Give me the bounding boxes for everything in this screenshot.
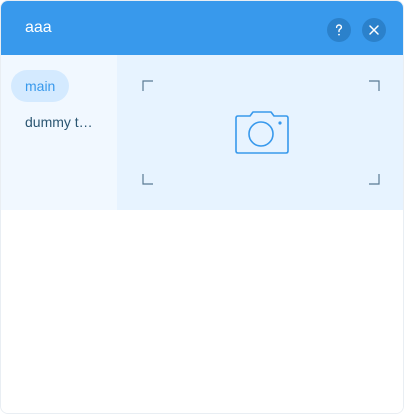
close-icon: [369, 25, 379, 35]
sidebar: main dummy t…: [1, 55, 117, 210]
close-button[interactable]: [362, 18, 386, 42]
media-preview-area[interactable]: [117, 55, 403, 210]
question-icon: [335, 24, 343, 36]
sidebar-item-dummy[interactable]: dummy t…: [11, 106, 107, 138]
dialog-title: aaa: [25, 19, 52, 36]
dialog-header: aaa: [1, 1, 403, 55]
dialog-window: aaa main dummy t…: [0, 0, 404, 414]
help-button[interactable]: [327, 18, 351, 42]
camera-icon: [235, 111, 289, 154]
sidebar-item-main[interactable]: main: [11, 70, 70, 102]
frame-corners: [142, 80, 380, 185]
content-area: [1, 210, 403, 413]
preview-frame: [142, 80, 380, 185]
